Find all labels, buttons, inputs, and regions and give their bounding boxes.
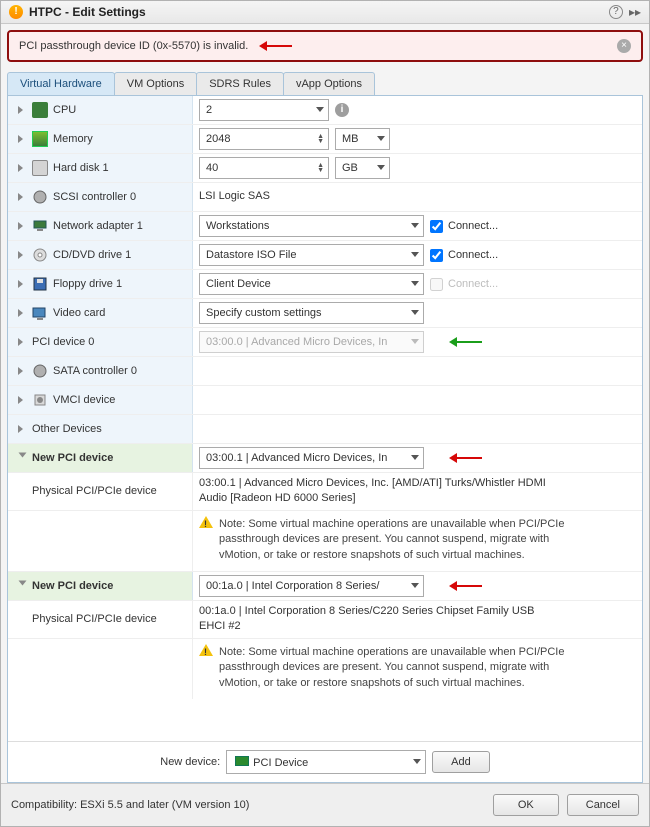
new-device-label: New device: xyxy=(160,756,220,768)
scsi-value: LSI Logic SAS xyxy=(199,189,270,204)
chevron-right-icon[interactable] xyxy=(18,193,27,201)
network-connect-checkbox[interactable]: Connect... xyxy=(430,220,498,233)
video-icon xyxy=(32,305,48,321)
tab-virtual-hardware[interactable]: Virtual Hardware xyxy=(7,72,115,95)
other-label: Other Devices xyxy=(32,423,102,435)
floppy-label: Floppy drive 1 xyxy=(53,278,122,290)
warning-icon xyxy=(199,509,213,528)
edit-settings-dialog: ! HTPC - Edit Settings ? ▸▸ PCI passthro… xyxy=(0,0,650,827)
cpu-label: CPU xyxy=(53,104,76,116)
new-pci1-label: New PCI device xyxy=(32,452,113,464)
sata-label: SATA controller 0 xyxy=(53,365,137,377)
chevron-right-icon[interactable] xyxy=(18,338,27,346)
cd-select[interactable]: Datastore ISO File xyxy=(199,244,424,266)
new-pci2-select[interactable]: 00:1a.0 | Intel Corporation 8 Series/ xyxy=(199,575,424,597)
add-button[interactable]: Add xyxy=(432,751,490,773)
error-banner: PCI passthrough device ID (0x-5570) is i… xyxy=(7,30,643,62)
chevron-right-icon[interactable] xyxy=(18,280,27,288)
help-icon[interactable]: ? xyxy=(609,5,623,19)
new-pci1-phys-text: 03:00.1 | Advanced Micro Devices, Inc. [… xyxy=(199,476,559,507)
chevron-right-icon[interactable] xyxy=(18,251,27,259)
error-text: PCI passthrough device ID (0x-5570) is i… xyxy=(19,40,248,52)
floppy-select[interactable]: Client Device xyxy=(199,273,424,295)
annotation-arrow-error xyxy=(262,45,292,47)
annotation-arrow-new2 xyxy=(452,585,482,587)
pci0-label: PCI device 0 xyxy=(32,336,94,348)
dialog-footer: Compatibility: ESXi 5.5 and later (VM ve… xyxy=(1,783,649,826)
new-device-select[interactable]: PCI Device xyxy=(226,750,426,774)
video-label: Video card xyxy=(53,307,105,319)
new-pci2-phys-label: Physical PCI/PCIe device xyxy=(8,601,193,638)
cd-label: CD/DVD drive 1 xyxy=(53,249,131,261)
chevron-right-icon[interactable] xyxy=(18,367,27,375)
chevron-right-icon[interactable] xyxy=(18,135,27,143)
close-icon[interactable]: × xyxy=(617,39,631,53)
ok-button[interactable]: OK xyxy=(493,794,559,816)
cd-icon xyxy=(32,247,48,263)
vmci-icon xyxy=(32,392,48,408)
cd-connect-checkbox[interactable]: Connect... xyxy=(430,249,498,262)
cancel-button[interactable]: Cancel xyxy=(567,794,639,816)
memory-icon xyxy=(32,131,48,147)
memory-input[interactable]: 2048 ▲▼ xyxy=(199,128,329,150)
network-icon xyxy=(32,218,48,234)
new-device-footer: New device: PCI Device Add xyxy=(8,741,642,782)
chevron-right-icon[interactable] xyxy=(18,309,27,317)
pci-icon xyxy=(235,756,249,766)
chevron-right-icon[interactable] xyxy=(18,222,27,230)
vmci-label: VMCI device xyxy=(53,394,115,406)
new-pci1-phys-label: Physical PCI/PCIe device xyxy=(8,473,193,510)
chevron-right-icon[interactable] xyxy=(18,396,27,404)
floppy-icon xyxy=(32,276,48,292)
tab-sdrs-rules[interactable]: SDRS Rules xyxy=(196,72,284,95)
warning-icon: ! xyxy=(9,5,23,19)
new-pci2-note: Note: Some virtual machine operations ar… xyxy=(219,645,579,691)
floppy-connect-checkbox: Connect... xyxy=(430,278,498,291)
annotation-arrow-new1 xyxy=(452,457,482,459)
memory-label: Memory xyxy=(53,133,93,145)
cpu-icon xyxy=(32,102,48,118)
chevron-right-icon[interactable] xyxy=(18,106,27,114)
hdd-unit-select[interactable]: GB xyxy=(335,157,390,179)
info-icon[interactable]: i xyxy=(335,103,349,117)
hardware-panel: CPU 2 i Memory 2048 xyxy=(7,95,643,783)
network-select[interactable]: Workstations xyxy=(199,215,424,237)
chevron-down-icon[interactable] xyxy=(19,453,27,462)
scsi-icon xyxy=(32,189,48,205)
video-select[interactable]: Specify custom settings xyxy=(199,302,424,324)
annotation-arrow-existing xyxy=(452,341,482,343)
hdd-size-input[interactable]: 40 ▲▼ xyxy=(199,157,329,179)
window-title: HTPC - Edit Settings xyxy=(29,5,603,19)
chevron-down-icon[interactable] xyxy=(19,580,27,589)
new-pci1-select[interactable]: 03:00.1 | Advanced Micro Devices, In xyxy=(199,447,424,469)
pci0-select: 03:00.0 | Advanced Micro Devices, In xyxy=(199,331,424,353)
hdd-label: Hard disk 1 xyxy=(53,162,109,174)
tab-vm-options[interactable]: VM Options xyxy=(114,72,197,95)
new-pci2-phys-text: 00:1a.0 | Intel Corporation 8 Series/C22… xyxy=(199,604,559,635)
disk-icon xyxy=(32,160,48,176)
cpu-select[interactable]: 2 xyxy=(199,99,329,121)
chevron-right-icon[interactable] xyxy=(18,425,27,433)
titlebar: ! HTPC - Edit Settings ? ▸▸ xyxy=(1,1,649,24)
scsi-label: SCSI controller 0 xyxy=(53,191,136,203)
warning-icon xyxy=(199,637,213,656)
network-label: Network adapter 1 xyxy=(53,220,143,232)
new-pci1-note: Note: Some virtual machine operations ar… xyxy=(219,517,579,563)
tab-strip: Virtual Hardware VM Options SDRS Rules v… xyxy=(7,72,643,95)
new-pci2-label: New PCI device xyxy=(32,580,113,592)
compatibility-text: Compatibility: ESXi 5.5 and later (VM ve… xyxy=(11,799,249,811)
memory-unit-select[interactable]: MB xyxy=(335,128,390,150)
tab-vapp-options[interactable]: vApp Options xyxy=(283,72,375,95)
sata-icon xyxy=(32,363,48,379)
chevron-right-icon[interactable] xyxy=(18,164,27,172)
expand-icon[interactable]: ▸▸ xyxy=(629,5,641,19)
